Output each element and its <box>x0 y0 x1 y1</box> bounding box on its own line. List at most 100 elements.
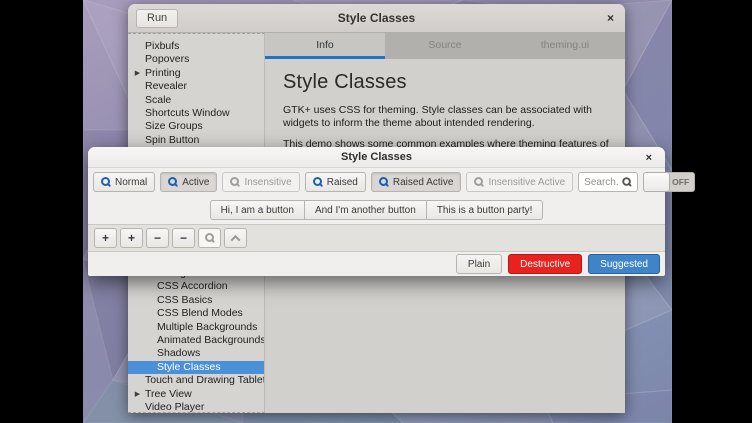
sidebar-item-css-blend-modes[interactable]: CSS Blend Modes <box>128 307 264 320</box>
sidebar-item-label: Shortcuts Window <box>145 107 230 119</box>
main-titlebar[interactable]: Run Style Classes × <box>128 4 625 33</box>
switch-knob[interactable] <box>643 172 670 192</box>
tab-info[interactable]: Info <box>265 33 385 59</box>
sidebar-item-label: CSS Basics <box>157 294 212 306</box>
sidebar-item-label: Scale <box>145 94 171 106</box>
button-label: Active <box>182 177 209 188</box>
sidebar-item-label: Style Classes <box>157 361 221 373</box>
plain-button[interactable]: Plain <box>456 254 502 274</box>
magnifier-icon <box>168 177 178 187</box>
chevron-right-icon[interactable]: ▶ <box>133 67 142 80</box>
tab-theming-ui[interactable]: theming.ui <box>505 33 625 59</box>
sidebar-item-shadows[interactable]: Shadows <box>128 347 264 360</box>
suggested-button[interactable]: Suggested <box>588 254 660 274</box>
sidebar-item-animated-backgrounds[interactable]: Animated Backgrounds <box>128 334 264 347</box>
sidebar-item-printing[interactable]: ▶Printing <box>128 67 264 80</box>
sidebar-list-top: Pixbufs Popovers ▶Printing Revealer Scal… <box>128 40 264 147</box>
linked-buttons-row: Hi, I am a button And I'm another button… <box>88 196 665 224</box>
magnifier-icon <box>205 233 215 243</box>
sidebar-item-size-groups[interactable]: Size Groups <box>128 120 264 133</box>
chevron-right-icon[interactable]: ▶ <box>133 388 142 401</box>
search-input[interactable] <box>584 177 618 188</box>
button-label: Raised Active <box>393 177 454 188</box>
sidebar-item-label: Tree View <box>145 388 192 400</box>
sidebar-item-label: Touch and Drawing Tablets <box>145 374 264 386</box>
sidebar-item-style-classes[interactable]: Style Classes <box>128 361 264 374</box>
description-paragraph-1: GTK+ uses CSS for theming. Style classes… <box>283 104 619 131</box>
sidebar-list-bottom: ▼Theming CSS Accordion CSS Basics CSS Bl… <box>128 267 264 414</box>
sidebar-item-shortcuts-window[interactable]: Shortcuts Window <box>128 107 264 120</box>
sidebar-item-label: Printing <box>145 67 181 79</box>
sidebar-item-scale[interactable]: Scale <box>128 94 264 107</box>
screen: Run Style Classes × Pixbufs Popovers ▶Pr… <box>0 0 752 423</box>
close-icon[interactable]: × <box>607 11 614 25</box>
button-label: Raised <box>327 177 358 188</box>
close-icon[interactable]: × <box>646 151 652 165</box>
normal-button[interactable]: Normal <box>93 172 155 192</box>
remove-button[interactable]: − <box>172 228 195 248</box>
plus-icon: + <box>128 231 135 245</box>
sidebar-item-css-basics[interactable]: CSS Basics <box>128 294 264 307</box>
sidebar-item-popovers[interactable]: Popovers <box>128 53 264 66</box>
add-button[interactable]: + <box>94 228 117 248</box>
search-toggle-button[interactable] <box>198 228 221 248</box>
sidebar-item-label: Size Groups <box>145 120 203 132</box>
magnifier-icon <box>474 177 484 187</box>
sidebar-item-label: Revealer <box>145 80 187 92</box>
page-title: Style Classes <box>283 71 607 94</box>
primary-toolbar: Normal Active Insensitive Raised Raised … <box>88 168 665 196</box>
sidebar-item-touch-and-drawing-tablets[interactable]: Touch and Drawing Tablets <box>128 374 264 387</box>
magnifier-icon <box>379 177 389 187</box>
magnifier-icon <box>230 177 240 187</box>
button-label: Normal <box>115 177 147 188</box>
off-switch[interactable]: OFF <box>643 172 695 192</box>
sidebar-item-label: CSS Accordion <box>157 280 228 292</box>
sidebar-item-label: Shadows <box>157 347 200 359</box>
search-icon <box>622 177 632 187</box>
sidebar-item-pixbufs[interactable]: Pixbufs <box>128 40 264 53</box>
chevron-up-icon <box>231 234 241 244</box>
remove-button[interactable]: − <box>146 228 169 248</box>
minus-icon: − <box>180 231 187 245</box>
sidebar-item-label: Spin Button <box>145 134 199 146</box>
sidebar-item-revealer[interactable]: Revealer <box>128 80 264 93</box>
sidebar-item-label: Pixbufs <box>145 40 179 52</box>
linked-button-group: Hi, I am a button And I'm another button… <box>210 200 544 220</box>
style-classes-dialog: Style Classes × Normal Active Insensitiv… <box>88 147 665 276</box>
sidebar-item-spin-button[interactable]: Spin Button <box>128 134 264 147</box>
sidebar-item-video-player[interactable]: Video Player <box>128 401 264 414</box>
magnifier-icon <box>313 177 323 187</box>
linked-button-1[interactable]: Hi, I am a button <box>210 200 305 220</box>
add-button[interactable]: + <box>120 228 143 248</box>
search-field[interactable] <box>578 172 638 192</box>
switch-state-label: OFF <box>672 177 689 187</box>
linked-button-3[interactable]: This is a button party! <box>426 200 544 220</box>
minus-icon: − <box>154 231 161 245</box>
inline-toolbar: + + − − <box>88 224 665 252</box>
destructive-button[interactable]: Destructive <box>508 254 582 274</box>
raised-button[interactable]: Raised <box>305 172 366 192</box>
collapse-button[interactable] <box>224 228 247 248</box>
button-label: Insensitive Active <box>488 177 565 188</box>
sidebar-item-label: Video Player <box>145 401 204 413</box>
plus-icon: + <box>102 231 109 245</box>
dialog-titlebar[interactable]: Style Classes × <box>88 147 665 168</box>
sidebar-item-label: CSS Blend Modes <box>157 307 243 319</box>
tab-source[interactable]: Source <box>385 33 505 59</box>
insensitive-active-button: Insensitive Active <box>466 172 573 192</box>
sidebar-item-tree-view[interactable]: ▶Tree View <box>128 388 264 401</box>
sidebar-item-css-accordion[interactable]: CSS Accordion <box>128 280 264 293</box>
action-buttons-row: Plain Destructive Suggested <box>88 252 665 276</box>
active-button[interactable]: Active <box>160 172 217 192</box>
sidebar-item-label: Popovers <box>145 53 189 65</box>
main-window-title: Style Classes <box>128 11 625 25</box>
insensitive-button: Insensitive <box>222 172 299 192</box>
dialog-title: Style Classes <box>88 151 665 163</box>
raised-active-button[interactable]: Raised Active <box>371 172 462 192</box>
notebook-tabbar: Info Source theming.ui <box>265 33 625 59</box>
sidebar-item-label: Animated Backgrounds <box>157 334 264 346</box>
button-label: Insensitive <box>244 177 291 188</box>
sidebar-item-multiple-backgrounds[interactable]: Multiple Backgrounds <box>128 321 264 334</box>
linked-button-2[interactable]: And I'm another button <box>304 200 427 220</box>
sidebar-item-label: Multiple Backgrounds <box>157 321 257 333</box>
